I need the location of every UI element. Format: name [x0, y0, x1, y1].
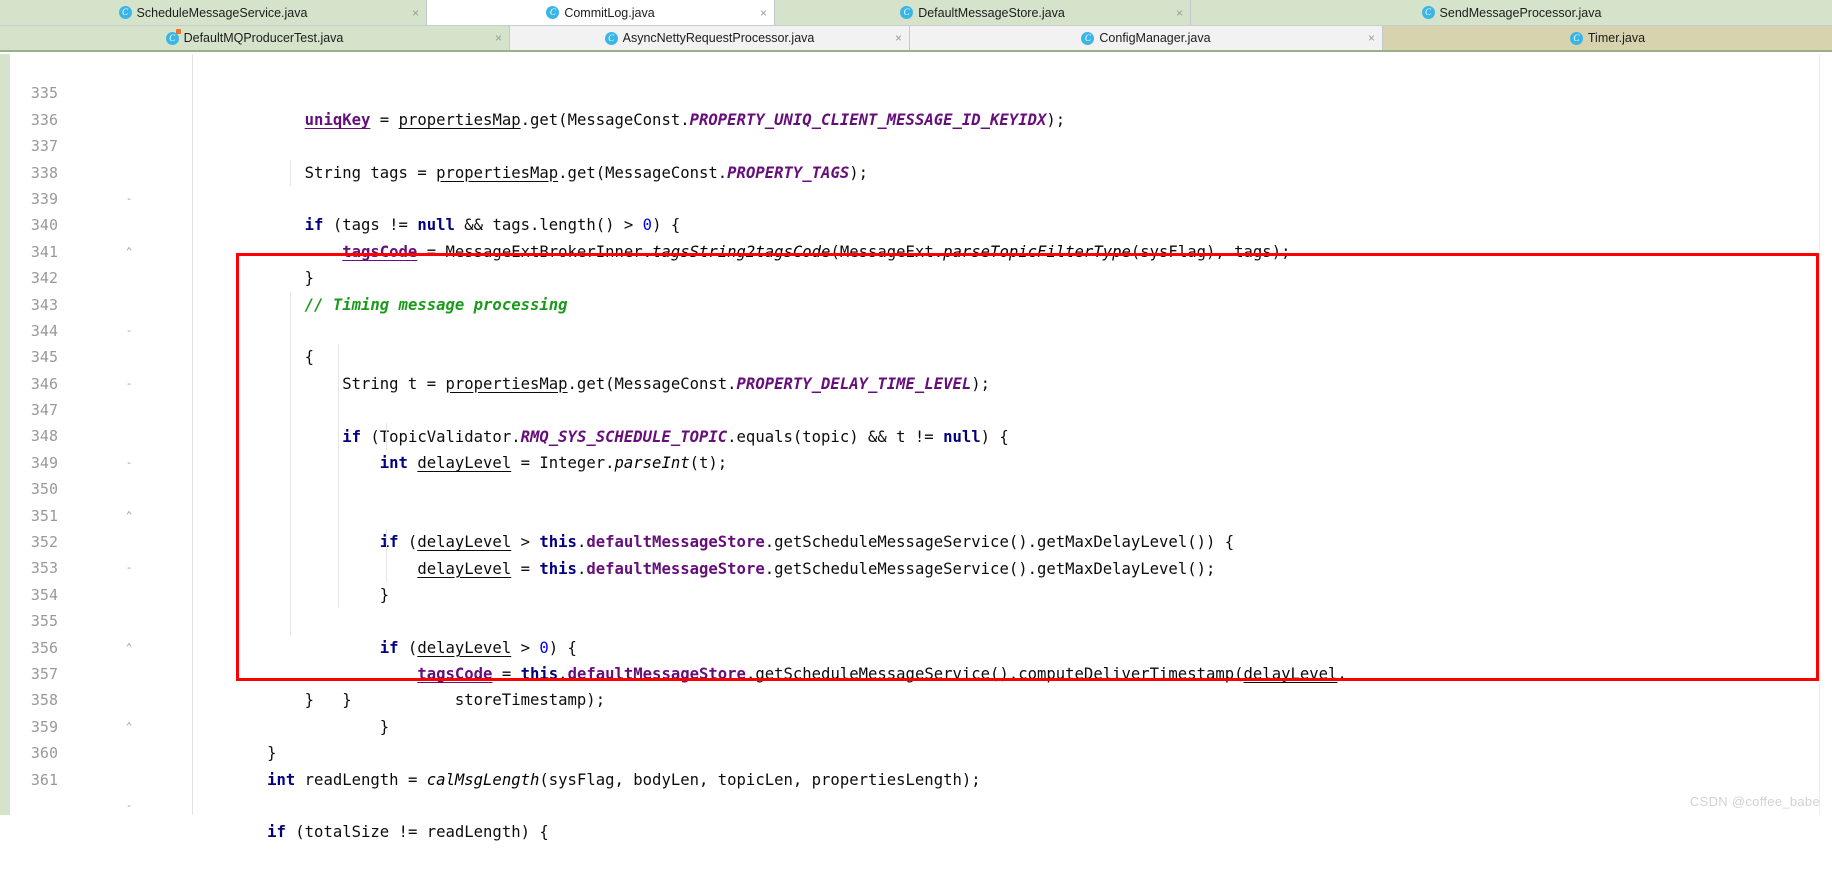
code-line[interactable]: 354 storeTimestamp);	[0, 555, 1832, 709]
code-line[interactable]: 359	[0, 687, 1832, 736]
code-line[interactable]: 356 }	[0, 608, 1832, 709]
tab-close-icon[interactable]: ×	[495, 32, 502, 44]
code-line[interactable]: 336	[0, 80, 1832, 129]
code-line[interactable]: 351	[0, 476, 1832, 525]
java-class-icon: C	[546, 6, 560, 19]
code-line[interactable]: 355 ⌃ }	[0, 581, 1832, 736]
tab-close-icon[interactable]: ×	[1368, 32, 1375, 44]
code-editor[interactable]: 335 uniqKey = propertiesMap.get(MessageC…	[0, 54, 1832, 842]
java-class-icon: C	[900, 6, 914, 19]
tab-sendmessageprocessor[interactable]: C SendMessageProcessor.java	[1191, 0, 1832, 25]
tab-label: DefaultMessageStore.java	[918, 5, 1065, 20]
code-line[interactable]: 346 int delayLevel = Integer.parseInt(t)…	[0, 344, 1832, 472]
ide-window: C ScheduleMessageService.java × C Commit…	[0, 0, 1832, 842]
tab-label: AsyncNettyRequestProcessor.java	[622, 31, 815, 45]
code-line[interactable]: 345 - if (TopicValidator.RMQ_SYS_SCHEDUL…	[0, 317, 1832, 446]
java-class-icon: C	[1569, 31, 1583, 45]
line-number: 361	[30, 770, 58, 789]
code-line[interactable]: 344 String t = propertiesMap.get(Message…	[0, 291, 1832, 393]
tab-label: CommitLog.java	[564, 5, 655, 20]
code-line[interactable]: 347	[0, 370, 1832, 419]
tab-close-icon[interactable]: ×	[1176, 7, 1183, 19]
java-class-icon: C	[118, 6, 132, 19]
tab-close-icon[interactable]: ×	[760, 7, 767, 19]
code-line[interactable]: 361 - if (totalSize != readLength) {	[0, 740, 1832, 842]
tab-commitlog[interactable]: C CommitLog.java ×	[427, 0, 775, 25]
tab-timer[interactable]: C Timer.java	[1383, 26, 1832, 50]
tab-close-icon[interactable]: ×	[412, 7, 419, 19]
code-line[interactable]: 357 }	[0, 635, 1832, 709]
code-line[interactable]: 360 int readLength = calMsgLength(sysFla…	[0, 714, 1832, 788]
code-line[interactable]: 348 - if (delayLevel > this.defaultMessa…	[0, 397, 1832, 551]
code-line[interactable]: 335 uniqKey = propertiesMap.get(MessageC…	[0, 54, 1832, 128]
code-line[interactable]: 339 tagsCode = MessageExtBrokerInner.tag…	[0, 159, 1832, 261]
tab-configmanager[interactable]: C ConfigManager.java ×	[910, 26, 1383, 50]
code-line[interactable]: 358 ⌃ }	[0, 661, 1832, 762]
editor-tab-row-1: C ScheduleMessageService.java × C Commit…	[0, 0, 1832, 26]
tab-label: ConfigManager.java	[1099, 31, 1211, 45]
tab-schedulemessageservice[interactable]: C ScheduleMessageService.java ×	[0, 0, 427, 25]
code-line[interactable]: 353 tagsCode = this.defaultMessageStore.…	[0, 529, 1832, 683]
tab-asyncnettyrequestprocessor[interactable]: C AsyncNettyRequestProcessor.java ×	[510, 26, 910, 50]
java-class-icon: C	[1421, 6, 1435, 19]
line-content: if (totalSize != readLength) {	[267, 823, 549, 842]
code-line[interactable]: 337 String tags = propertiesMap.get(Mess…	[0, 107, 1832, 181]
tab-close-icon[interactable]: ×	[895, 32, 902, 44]
code-line[interactable]: 341	[0, 212, 1832, 261]
line-content: int readLength = calMsgLength(sysFlag, b…	[267, 770, 981, 789]
tab-label: SendMessageProcessor.java	[1439, 5, 1602, 20]
watermark-text: CSDN @coffee_babe	[1689, 794, 1820, 809]
code-line[interactable]: 349 delayLevel = this.defaultMessageStor…	[0, 423, 1832, 578]
editor-tab-row-2: C DefaultMQProducerTest.java × C AsyncNe…	[0, 26, 1832, 52]
tab-defaultmessagestore[interactable]: C DefaultMessageStore.java ×	[775, 0, 1191, 25]
tab-defaultmqproducertest[interactable]: C DefaultMQProducerTest.java ×	[0, 26, 510, 50]
code-line[interactable]: 340 ⌃ }	[0, 186, 1832, 287]
java-class-icon: C	[1081, 31, 1095, 45]
code-line[interactable]: 338 - if (tags != null && tags.length() …	[0, 133, 1832, 235]
java-class-icon: C	[604, 31, 618, 45]
code-lines[interactable]: 335 uniqKey = propertiesMap.get(MessageC…	[0, 54, 1832, 842]
code-line[interactable]: 343 - {	[0, 265, 1832, 367]
code-line[interactable]: 350 ⌃ }	[0, 449, 1832, 604]
tab-label: Timer.java	[1587, 31, 1646, 45]
fold-marker-icon[interactable]: -	[122, 793, 136, 819]
code-line[interactable]: 352 - if (delayLevel > 0) {	[0, 502, 1832, 657]
tab-label: ScheduleMessageService.java	[136, 5, 308, 20]
java-test-class-icon: C	[165, 28, 181, 45]
tab-label: DefaultMQProducerTest.java	[183, 31, 344, 45]
code-line[interactable]: 342 // Timing message processing	[0, 239, 1832, 313]
